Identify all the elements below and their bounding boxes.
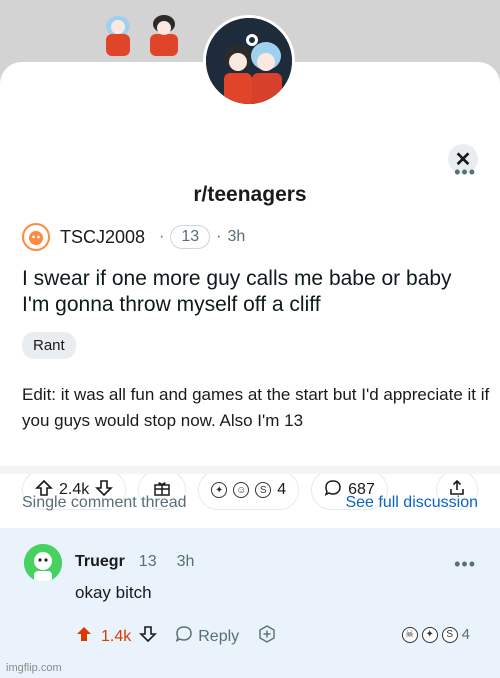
meta-separator: ·	[159, 228, 165, 245]
meta-separator-2: ·	[216, 228, 222, 245]
thread-label: Single comment thread	[22, 494, 187, 511]
comment-awards[interactable]: ☠ ✦ S 4	[401, 626, 470, 643]
comment-downvote-icon[interactable]	[139, 625, 158, 648]
comment-age: 3h	[176, 553, 195, 570]
post-more-options-icon[interactable]: •••	[454, 162, 476, 183]
reply-bubble-icon	[175, 625, 193, 648]
see-full-discussion-link[interactable]: See full discussion	[345, 494, 478, 512]
award-icon: S	[441, 626, 458, 643]
reply-button[interactable]: Reply	[175, 625, 239, 648]
comment-author-badge: 13	[138, 553, 157, 570]
post-author[interactable]: TSCJ2008	[60, 227, 145, 248]
subreddit-name[interactable]: r/teenagers	[0, 183, 500, 207]
commenter-avatar[interactable]	[24, 544, 62, 582]
comment-vote-count: 1.4k	[101, 627, 132, 645]
author-badge: 13	[170, 225, 211, 249]
subreddit-avatar[interactable]	[203, 15, 295, 107]
thread-bar: Single comment thread See full discussio…	[22, 494, 478, 512]
comment-more-options-icon[interactable]: •••	[454, 554, 476, 575]
comment-author[interactable]: Truegr	[75, 553, 125, 571]
comment-meta: Truegr 13 3h	[75, 553, 194, 571]
comment-award-icon[interactable]	[257, 624, 277, 649]
section-divider	[0, 466, 500, 474]
comment-actions: 1.4k Reply	[75, 624, 277, 649]
post-title[interactable]: I swear if one more guy calls me babe or…	[22, 266, 482, 318]
award-icon: ☠	[401, 626, 418, 643]
post-flair[interactable]: Rant	[22, 332, 76, 359]
comment-upvote-icon[interactable]	[75, 625, 93, 648]
post-age: 3h	[227, 228, 246, 245]
banner-character-art-left	[96, 12, 140, 58]
post-body: Edit: it was all fun and games at the st…	[22, 385, 490, 430]
post-meta: TSCJ2008 · 13 · 3h	[22, 223, 246, 251]
comment: Truegr 13 3h ••• okay bitch 1.4k Reply ☠…	[0, 528, 500, 678]
banner-character-art-right	[142, 12, 186, 58]
comment-text: okay bitch	[75, 583, 152, 602]
watermark: imgflip.com	[6, 662, 62, 674]
comment-award-count: 4	[461, 626, 470, 643]
award-icon: ✦	[421, 626, 438, 643]
author-avatar[interactable]	[22, 223, 50, 251]
reply-label: Reply	[198, 627, 240, 645]
